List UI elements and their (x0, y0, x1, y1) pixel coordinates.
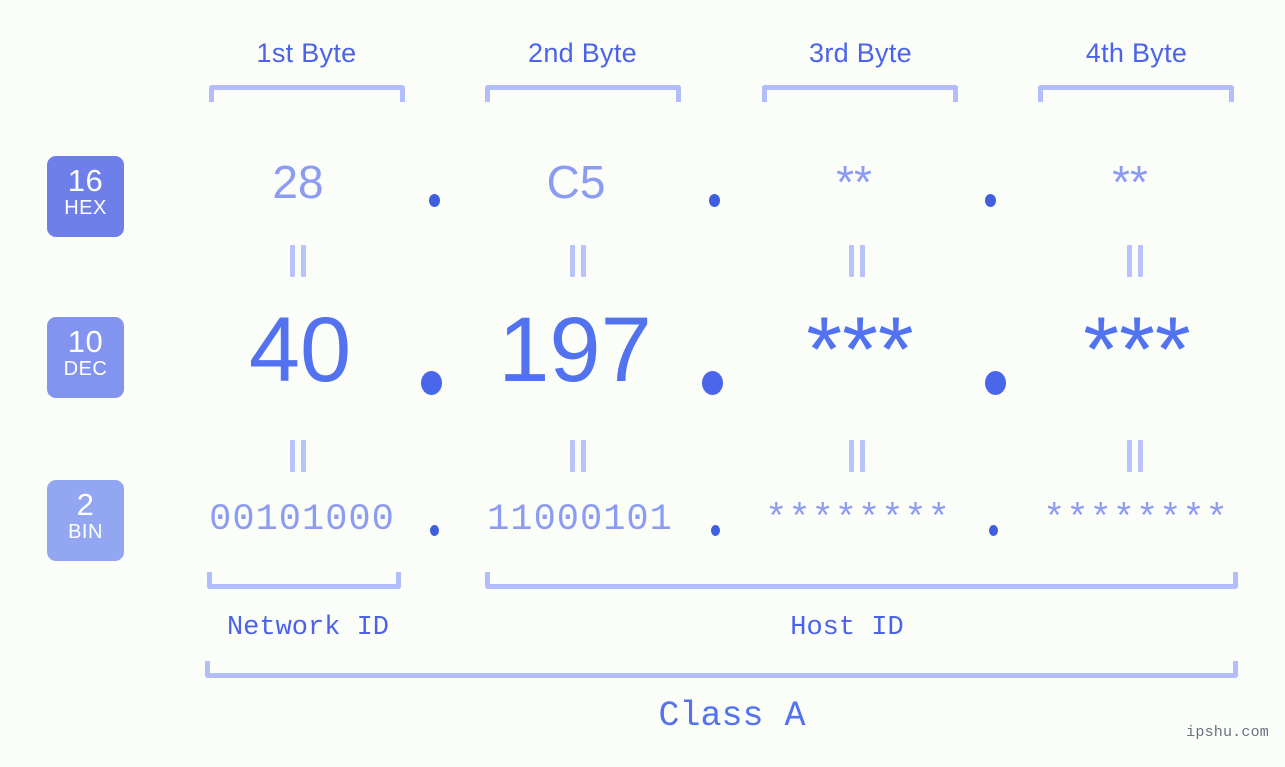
base-badge-bin-number: 2 (76, 487, 95, 522)
byte-bracket-3 (762, 85, 958, 102)
bin-separator-dot-2 (711, 525, 720, 536)
bin-separator-dot-1 (430, 525, 439, 536)
ip-address-breakdown-diagram: 1st Byte 2nd Byte 3rd Byte 4th Byte 16 H… (0, 0, 1285, 767)
equals-hex-dec-3 (845, 245, 869, 277)
equals-dec-bin-2 (566, 440, 590, 472)
byte-bracket-2 (485, 85, 681, 102)
bin-separator-dot-3 (989, 525, 998, 536)
dec-byte-4: *** (1083, 299, 1191, 401)
bin-byte-2: 11000101 (487, 499, 673, 541)
equals-hex-dec-1 (286, 245, 310, 277)
byte-header-3: 3rd Byte (809, 38, 912, 68)
equals-dec-bin-3 (845, 440, 869, 472)
hex-separator-dot-1 (429, 194, 440, 207)
bin-byte-3: ******** (765, 499, 951, 541)
base-badge-hex: 16 HEX (47, 156, 124, 237)
hex-byte-4: ** (1112, 156, 1148, 208)
byte-header-1: 1st Byte (256, 38, 357, 68)
hex-byte-1: 28 (272, 156, 324, 208)
network-id-label: Network ID (226, 613, 390, 643)
base-badge-hex-name: HEX (64, 197, 107, 219)
dec-byte-1: 40 (248, 299, 352, 401)
byte-bracket-1 (209, 85, 405, 102)
host-id-bracket (485, 572, 1238, 589)
base-badge-bin: 2 BIN (47, 480, 124, 561)
dec-byte-2: 197 (498, 299, 652, 401)
hex-byte-3: ** (836, 156, 872, 208)
byte-header-4: 4th Byte (1085, 38, 1188, 68)
hex-separator-dot-3 (985, 194, 996, 207)
equals-dec-bin-4 (1123, 440, 1147, 472)
watermark: ipshu.com (1186, 724, 1269, 741)
network-id-bracket (207, 572, 401, 589)
base-badge-hex-number: 16 (67, 163, 104, 198)
hex-separator-dot-2 (709, 194, 720, 207)
host-id-label: Host ID (790, 613, 904, 643)
bin-byte-4: ******** (1043, 499, 1229, 541)
dec-separator-dot-3 (985, 371, 1006, 395)
dec-separator-dot-1 (421, 371, 442, 395)
base-badge-bin-name: BIN (68, 521, 103, 543)
class-label: Class A (658, 696, 806, 736)
byte-bracket-4 (1038, 85, 1234, 102)
dec-separator-dot-2 (702, 371, 723, 395)
byte-header-2: 2nd Byte (528, 38, 637, 68)
bin-byte-1: 00101000 (209, 499, 395, 541)
equals-hex-dec-2 (566, 245, 590, 277)
equals-dec-bin-1 (286, 440, 310, 472)
equals-hex-dec-4 (1123, 245, 1147, 277)
base-badge-dec-name: DEC (63, 358, 108, 380)
hex-byte-2: C5 (546, 156, 606, 208)
base-badge-dec: 10 DEC (47, 317, 124, 398)
class-bracket (205, 661, 1238, 678)
dec-byte-3: *** (806, 299, 914, 401)
base-badge-dec-number: 10 (67, 324, 104, 359)
